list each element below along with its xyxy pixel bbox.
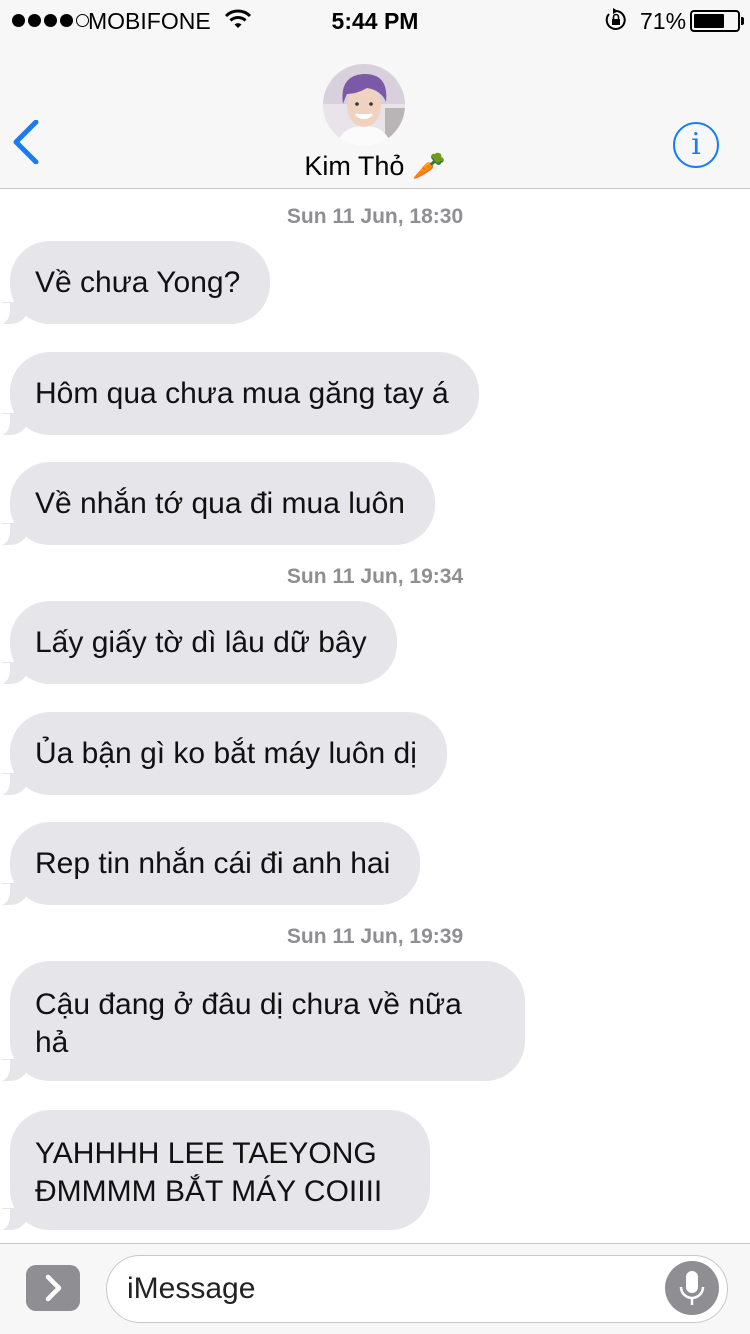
microphone-icon: [679, 1271, 705, 1305]
incoming-message-bubble[interactable]: Về nhắn tớ qua đi mua luôn: [0, 462, 435, 546]
info-icon: i: [691, 127, 701, 162]
contact-avatar[interactable]: [323, 64, 405, 146]
compose-bar: iMessage: [0, 1243, 750, 1334]
message-text: YAHHHH LEE TAEYONG ĐMMMM BẮT MÁY COIIII: [35, 1137, 383, 1208]
incoming-message-bubble[interactable]: Ủa bận gì ko bắt máy luôn dị: [0, 712, 447, 796]
imessage-placeholder: iMessage: [127, 1272, 256, 1305]
message-text: Rep tin nhắn cái đi anh hai: [35, 846, 391, 880]
message-timestamp: Sun 11 Jun, 19:34: [286, 565, 464, 588]
message-timestamp: Sun 11 Jun, 18:30: [286, 205, 464, 228]
incoming-message-bubble[interactable]: Lấy giấy tờ dì lâu dữ bây: [0, 601, 397, 685]
dictation-button[interactable]: [665, 1261, 719, 1315]
orientation-lock-icon: [604, 8, 628, 38]
imessage-input[interactable]: iMessage: [106, 1255, 728, 1323]
contact-name[interactable]: Kim Thỏ 🥕: [0, 150, 750, 182]
message-text: Về chưa Yong?: [35, 265, 241, 299]
status-bar: MOBIFONE 5:44 PM 71%: [0, 0, 750, 40]
message-text: Cậu đang ở đâu dị chưa về nữa hả: [35, 988, 462, 1059]
incoming-message-bubble[interactable]: YAHHHH LEE TAEYONG ĐMMMM BẮT MÁY COIIII: [0, 1110, 430, 1231]
battery-icon: [690, 10, 744, 32]
incoming-message-bubble[interactable]: Hôm qua chưa mua găng tay á: [0, 352, 479, 436]
incoming-message-bubble[interactable]: Rep tin nhắn cái đi anh hai: [0, 822, 421, 906]
conversation-header: Kim Thỏ 🥕 i: [0, 40, 750, 189]
app-drawer-chevron-icon: [45, 1274, 62, 1302]
message-text: Ủa bận gì ko bắt máy luôn dị: [35, 736, 417, 770]
message-text: Hôm qua chưa mua găng tay á: [35, 376, 449, 410]
incoming-message-bubble[interactable]: Về chưa Yong?: [0, 241, 271, 325]
status-time: 5:44 PM: [331, 8, 419, 34]
battery-percent: 71%: [640, 8, 687, 34]
app-drawer-button[interactable]: [26, 1265, 80, 1311]
message-text: Lấy giấy tờ dì lâu dữ bây: [35, 625, 367, 659]
incoming-message-bubble[interactable]: Cậu đang ở đâu dị chưa về nữa hả: [0, 961, 525, 1082]
message-timestamp: Sun 11 Jun, 19:39: [286, 925, 464, 948]
message-text: Về nhắn tớ qua đi mua luôn: [35, 486, 405, 520]
info-button[interactable]: i: [673, 122, 719, 168]
